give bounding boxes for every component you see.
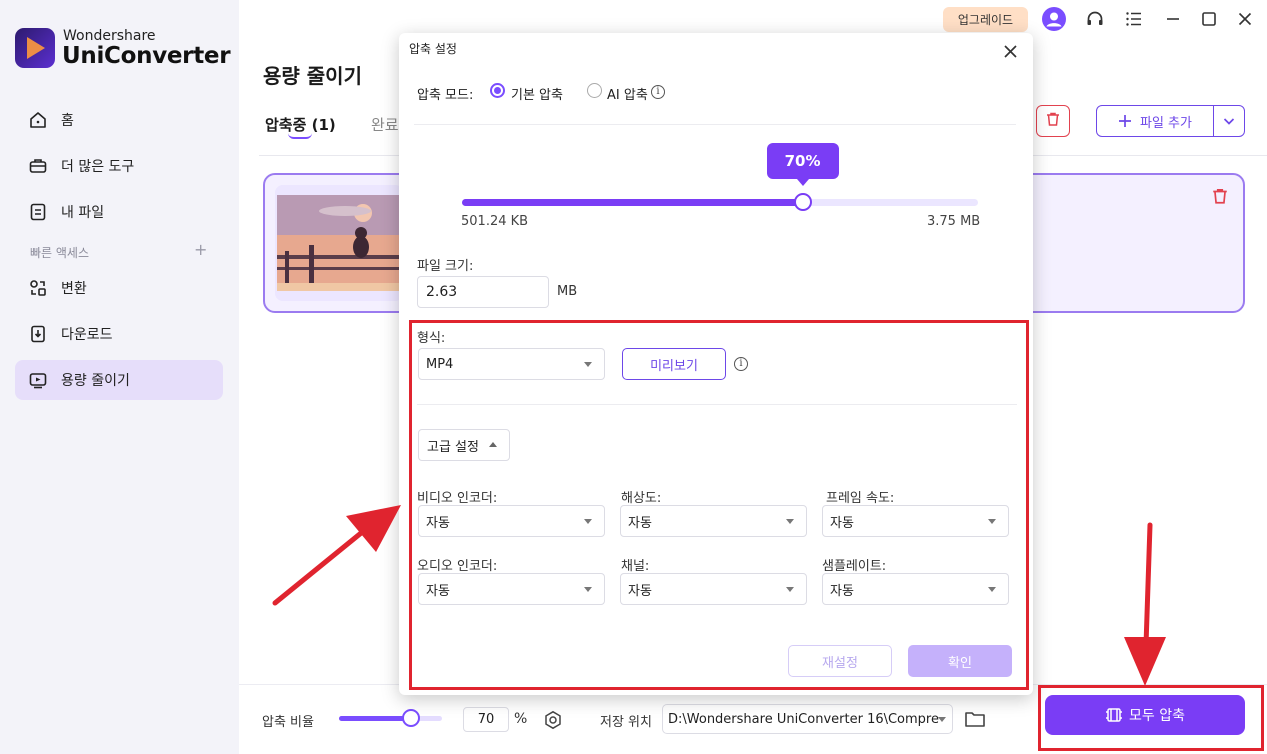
arrow-to-compress-all <box>1124 522 1166 686</box>
annotation-arrows <box>272 505 1166 686</box>
arrow-to-advanced-settings <box>272 505 401 606</box>
